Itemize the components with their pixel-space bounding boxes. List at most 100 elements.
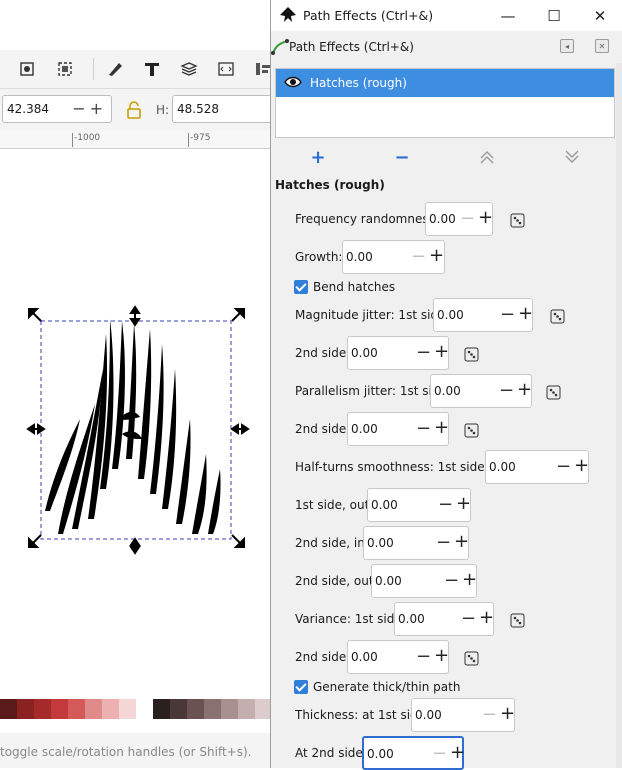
decrement-button[interactable]: −	[556, 456, 571, 477]
color-swatch[interactable]	[119, 699, 136, 719]
randomize-dice-icon[interactable]	[549, 307, 567, 325]
half-turns-2nd-out-field[interactable]: 0.00 − +	[371, 564, 477, 598]
move-up-button[interactable]	[476, 146, 498, 168]
select-group-icon[interactable]	[16, 58, 38, 80]
decrement-button[interactable]: −	[416, 342, 431, 363]
pen-tool-icon[interactable]	[104, 58, 126, 80]
increment-button[interactable]: +	[478, 207, 493, 228]
randomize-dice-icon[interactable]	[545, 383, 563, 401]
decrement-button[interactable]: −	[432, 743, 447, 764]
thickness-1st-field[interactable]: 0.00 − +	[411, 698, 515, 732]
eye-visible-icon[interactable]	[284, 75, 302, 92]
maximize-icon: ☐	[547, 6, 561, 25]
minimize-icon: —	[500, 6, 516, 25]
lock-icon[interactable]	[126, 101, 142, 122]
increment-button[interactable]: +	[517, 379, 532, 400]
thickness-2nd-field[interactable]: 0.00 − +	[362, 736, 465, 770]
increment-button[interactable]: +	[518, 303, 533, 324]
decrement-button[interactable]: −	[460, 208, 475, 229]
color-swatch[interactable]	[238, 699, 255, 719]
color-swatch[interactable]	[17, 699, 34, 719]
window-titlebar[interactable]: Path Effects (Ctrl+&) — ☐ ✕	[271, 0, 622, 31]
bend-hatches-checkbox[interactable]	[294, 280, 308, 294]
color-swatch[interactable]	[136, 699, 153, 719]
parallelism-jitter-2nd-field[interactable]: 0.00 − +	[347, 412, 449, 446]
decrement-button[interactable]: −	[436, 532, 451, 553]
magnitude-jitter-2nd-field[interactable]: 0.00 − +	[347, 336, 449, 370]
minimize-button[interactable]: —	[485, 0, 531, 31]
increment-button[interactable]: +	[574, 455, 589, 476]
hatched-drawing[interactable]	[0, 149, 272, 697]
text-tool-icon[interactable]	[141, 58, 163, 80]
decrement-button[interactable]: −	[416, 418, 431, 439]
increment-button[interactable]: +	[434, 645, 449, 666]
decrement-button[interactable]: −	[461, 608, 476, 629]
increment-button[interactable]: +	[462, 569, 477, 590]
add-effect-button[interactable]: +	[307, 146, 329, 168]
layers-icon[interactable]	[178, 58, 200, 80]
close-button[interactable]: ✕	[577, 0, 622, 31]
frequency-randomness-field[interactable]: 0.00 − +	[425, 202, 493, 236]
increment-button[interactable]: +	[456, 493, 471, 514]
half-turns-2nd-in-field[interactable]: 0.00 − +	[363, 526, 469, 560]
increment-button[interactable]: +	[450, 742, 465, 763]
decrement-button[interactable]: −	[499, 380, 514, 401]
growth-field[interactable]: 0.00 − +	[342, 240, 445, 274]
increment-button[interactable]: +	[434, 341, 449, 362]
decrement-button[interactable]: −	[444, 570, 459, 591]
color-swatch[interactable]	[170, 699, 187, 719]
variance-2nd-field[interactable]: 0.00 − +	[347, 640, 449, 674]
color-swatch[interactable]	[153, 699, 170, 719]
color-swatch[interactable]	[187, 699, 204, 719]
increment-button[interactable]: +	[479, 607, 494, 628]
increment-button[interactable]: +	[500, 703, 515, 724]
generate-thick-thin-checkbox[interactable]	[294, 680, 308, 694]
increment-button[interactable]: +	[429, 245, 444, 266]
ruler-tick-label: -975	[190, 133, 211, 143]
half-turns-1st-out-field[interactable]: 0.00 − +	[367, 488, 471, 522]
dialog-close-icon[interactable]: ✕	[595, 39, 609, 53]
color-swatch[interactable]	[68, 699, 85, 719]
randomize-dice-icon[interactable]	[463, 345, 481, 363]
color-swatch[interactable]	[0, 699, 17, 719]
effect-row-hatches[interactable]: Hatches (rough)	[276, 69, 614, 97]
variance-1st-field[interactable]: 0.00 − +	[394, 602, 494, 636]
randomize-dice-icon[interactable]	[463, 649, 481, 667]
select-ungroup-icon[interactable]	[54, 58, 76, 80]
color-swatch[interactable]	[204, 699, 221, 719]
color-swatch[interactable]	[34, 699, 51, 719]
randomize-dice-icon[interactable]	[509, 211, 527, 229]
parallelism-jitter-1st-field[interactable]: 0.00 − +	[430, 374, 532, 408]
object-properties-icon[interactable]	[215, 58, 237, 80]
move-down-button[interactable]	[561, 146, 583, 168]
color-palette[interactable]	[0, 699, 272, 719]
decrement-button[interactable]: −	[416, 646, 431, 667]
decrement-button[interactable]: −	[482, 704, 497, 725]
half-turns-1st-in-field[interactable]: 0.00 − +	[485, 450, 589, 484]
color-swatch[interactable]	[51, 699, 68, 719]
magnitude-jitter-1st-field[interactable]: 0.00 − +	[433, 298, 533, 332]
maximize-button[interactable]: ☐	[531, 0, 577, 31]
effects-list[interactable]: Hatches (rough)	[275, 68, 615, 138]
x-coordinate-input[interactable]: 42.384 −+	[2, 95, 112, 123]
status-text: toggle scale/rotation handles (or Shift+…	[0, 745, 252, 759]
increment-button[interactable]: +	[454, 531, 469, 552]
x-coordinate-stepper[interactable]: −+	[72, 99, 107, 118]
increment-button[interactable]: +	[434, 417, 449, 438]
height-label: H:	[156, 103, 170, 117]
randomize-dice-icon[interactable]	[463, 421, 481, 439]
height-input[interactable]: 48.528	[172, 95, 272, 123]
variance-1st-label: Variance: 1st side:	[295, 612, 406, 626]
remove-effect-button[interactable]: −	[391, 146, 413, 168]
dock-left-icon[interactable]: ◂	[560, 39, 574, 53]
randomize-dice-icon[interactable]	[509, 611, 527, 629]
color-swatch[interactable]	[221, 699, 238, 719]
color-swatch[interactable]	[102, 699, 119, 719]
decrement-button[interactable]: −	[411, 246, 426, 267]
decrement-button[interactable]: −	[500, 304, 515, 325]
dialog-header: Path Effects (Ctrl+&) ◂ ✕	[271, 31, 622, 63]
decrement-button[interactable]: −	[438, 494, 453, 515]
canvas-area[interactable]	[0, 149, 272, 697]
dialog-scrollbar[interactable]	[616, 63, 622, 768]
color-swatch[interactable]	[85, 699, 102, 719]
